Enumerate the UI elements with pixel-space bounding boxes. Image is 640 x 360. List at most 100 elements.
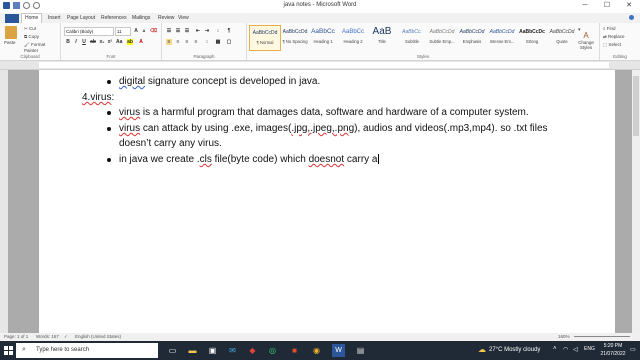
document-page[interactable]: digital signature concept is developed i… [39,70,615,333]
volume-icon[interactable]: ◁ [573,346,578,353]
horizontal-ruler[interactable] [0,61,640,70]
page-count[interactable]: Page: 1 of 1 [4,334,28,339]
style-no-spacing[interactable]: AaBbCcDd ¶ No Spacing [280,25,310,49]
tab-view[interactable]: View [175,14,192,23]
style-heading-1[interactable]: AaBbCc Heading 1 [308,25,338,49]
find-button[interactable]: ⌕ Find [603,26,616,31]
style-preview: AaBbCcDd [459,29,485,35]
zoom-level[interactable]: 160% [558,334,570,339]
notifications-icon[interactable]: ▭ [630,346,636,353]
word-taskbar-icon[interactable]: W [332,344,345,357]
style-normal[interactable]: AaBbCcDd ¶ Normal [249,25,281,51]
subscript-icon[interactable]: x₂ [99,39,105,45]
style-subtle-emphasis[interactable]: AaBbCcDd Subtle Emp... [427,25,457,49]
ruler-text-area [39,62,609,68]
sort-icon[interactable]: ↕ [215,28,221,34]
vertical-scrollbar[interactable] [632,70,640,333]
superscript-icon[interactable]: x² [107,39,113,45]
language-indicator[interactable]: ENG [584,346,595,352]
app-icon[interactable]: ◎ [266,344,279,357]
style-title[interactable]: AaB Title [367,25,397,49]
increase-indent-icon[interactable]: ⇥ [204,28,210,34]
tab-references[interactable]: References [98,14,130,23]
clear-format-icon[interactable]: ⌫ [150,28,157,34]
taskbar: ⌕ Type here to search ▭ ▬ ▣ ✉ ◆ ◎ ■ ◉ W … [0,341,640,360]
help-icon[interactable] [629,15,634,20]
format-painter-button[interactable]: 🖌 Format Painter [24,42,60,53]
font-color-icon[interactable]: A [138,39,144,45]
style-emphasis[interactable]: AaBbCcDd Emphasis [457,25,487,49]
tray-chevron-icon[interactable]: ˄ [553,346,557,352]
copy-button[interactable]: ⧉ Copy [24,34,39,39]
bold-icon[interactable]: B [65,39,71,45]
borders-icon[interactable]: ▢ [226,39,232,45]
select-button[interactable]: ⬚ Select [603,42,621,48]
scroll-thumb[interactable] [633,76,639,136]
text-cursor [377,154,379,165]
paste-icon[interactable] [5,26,17,39]
store-icon[interactable]: ▣ [206,344,219,357]
windows-start-icon[interactable] [4,346,13,355]
style-preview: AaBbCcDd [252,30,278,36]
style-subtitle[interactable]: AaBbCc. Subtitle [397,25,427,49]
tab-page-layout[interactable]: Page Layout [64,14,98,23]
zoom-slider[interactable] [574,336,630,337]
task-view-icon[interactable]: ▭ [166,344,179,357]
highlight-icon[interactable]: ab [127,39,133,45]
style-intense-emphasis[interactable]: AaBbCcDd Intense Em... [487,25,517,49]
heading-colon: : [111,92,115,103]
doc-bullet-1: virus is a harmful program that damages … [119,107,529,118]
italic-icon[interactable]: I [73,39,79,45]
clock-date[interactable]: 21/07/2022 [600,351,626,357]
show-formatting-icon[interactable]: ¶ [226,28,232,34]
align-center-icon[interactable]: ≡ [175,39,181,45]
taskbar-search-box[interactable]: ⌕ Type here to search [16,343,158,358]
weather-text[interactable]: 27°C Mostly cloudy [489,347,540,353]
style-strong[interactable]: AaBbCcDc Strong [517,25,547,49]
office-button[interactable] [5,14,19,23]
font-name-select[interactable]: Calibri (Body) [64,27,114,36]
wifi-icon[interactable]: ◠ [563,346,568,353]
underline-icon[interactable]: U [81,39,87,45]
tab-mailings[interactable]: Mailings [129,14,153,23]
line-spacing-icon[interactable]: ↕ [204,39,210,45]
minimize-icon[interactable]: ─ [574,0,596,11]
file-explorer-icon[interactable]: ▬ [186,344,199,357]
strikethrough-icon[interactable]: ab [90,39,96,45]
shading-icon[interactable]: ▦ [215,39,221,45]
language[interactable]: English (United States) [75,334,121,339]
media-app-icon[interactable]: ◆ [246,344,259,357]
chrome-icon[interactable]: ◉ [310,344,323,357]
numbering-icon[interactable]: ☰ [175,28,181,34]
weather-icon[interactable]: ☁ [478,345,486,354]
align-right-icon[interactable]: ≡ [184,39,190,45]
align-left-icon[interactable]: ≡ [166,39,172,45]
justify-icon[interactable]: ≡ [193,39,199,45]
maximize-icon[interactable]: ☐ [596,0,618,11]
decrease-indent-icon[interactable]: ⇤ [195,28,201,34]
clock-time[interactable]: 5:20 PM [600,343,626,349]
word-count[interactable]: Words: 167 [36,334,59,339]
proofing-icon[interactable]: ✓ [64,334,68,340]
paste-button[interactable]: Paste [4,40,16,45]
shrink-font-icon[interactable]: A [141,28,147,34]
vertical-ruler[interactable] [0,70,8,333]
style-quote[interactable]: AaBbCcDd Quote [547,25,577,49]
cut-button[interactable]: ✂ Cut [24,26,36,32]
bullets-icon[interactable]: ☰ [166,28,172,34]
change-styles-icon: A [583,31,589,40]
replace-button[interactable]: ⇄ Replace [603,34,625,40]
editing-label: Editing [613,54,627,59]
app-icon[interactable]: ■ [288,344,301,357]
style-heading-2[interactable]: AaBbCc Heading 2 [338,25,368,49]
font-size-select[interactable]: 11 [115,27,131,36]
doc-line-signature: digital signature concept is developed i… [119,76,320,87]
change-styles-button[interactable]: A Change Styles [576,31,596,50]
app-icon[interactable]: ▤ [354,344,367,357]
close-icon[interactable]: ✕ [618,0,640,11]
multilevel-list-icon[interactable]: ☰ [184,28,190,34]
tab-insert[interactable]: Insert [45,14,64,23]
grow-font-icon[interactable]: A [133,28,139,34]
change-case-icon[interactable]: Aa [116,39,122,45]
mail-icon[interactable]: ✉ [226,344,239,357]
